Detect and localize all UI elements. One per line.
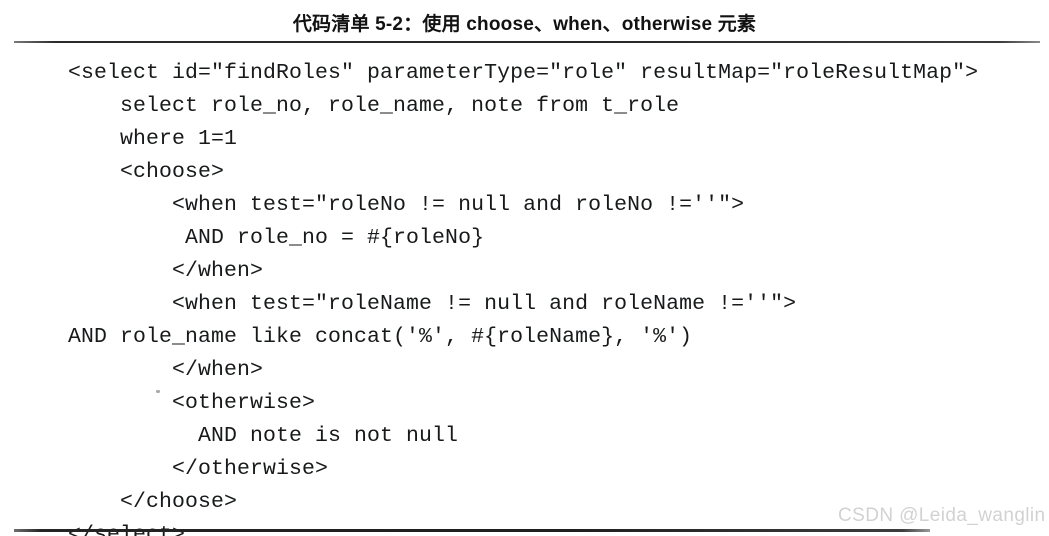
code-listing-page: 代码清单 5-2：使用 choose、when、otherwise 元素 <se… [0,0,1049,536]
code-line: select role_no, role_name, note from t_r… [68,94,680,118]
code-line: <when test="roleNo != null and roleNo !=… [68,193,745,217]
listing-caption: 代码清单 5-2：使用 choose、when、otherwise 元素 [292,14,757,35]
code-line: AND note is not null [68,424,459,448]
code-line: <when test="roleName != null and roleNam… [68,292,797,316]
caption-divider-top [14,41,1040,43]
code-block: <select id="findRoles" parameterType="ro… [0,57,1049,536]
csdn-watermark: CSDN @Leida_wanglin [838,505,1046,526]
code-line: </otherwise> [68,457,329,481]
listing-divider-bottom [14,529,930,532]
code-line: </when> [68,358,264,382]
code-line: AND role_name like concat('%', #{roleNam… [68,325,693,349]
code-line: </when> [68,259,264,283]
code-line: <select id="findRoles" parameterType="ro… [68,61,979,85]
code-line: <choose> [68,160,225,184]
code-line: where 1=1 [68,127,238,151]
code-line: AND role_no = #{roleNo} [68,226,485,250]
scan-artifact-speck [156,390,160,393]
